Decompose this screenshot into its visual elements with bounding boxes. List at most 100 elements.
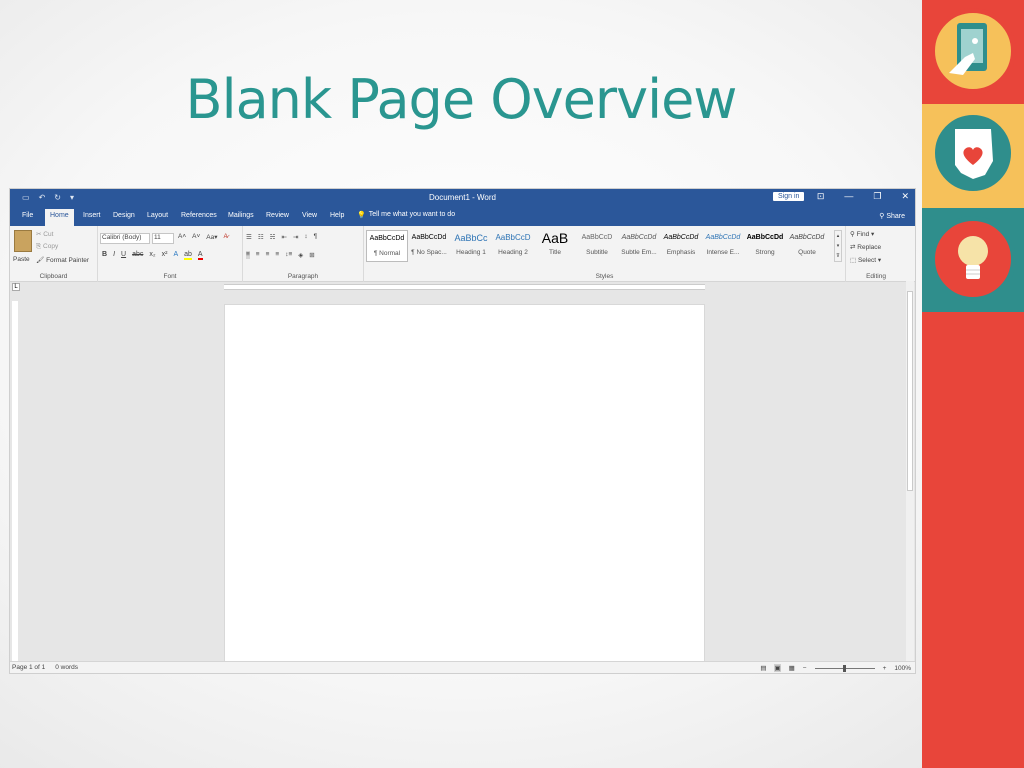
tab-selector[interactable]: L — [12, 283, 20, 291]
tab-mailings[interactable]: Mailings — [228, 212, 254, 219]
highlight-icon[interactable]: ab — [184, 251, 192, 260]
style-heading-2[interactable]: AaBbCcD Heading 2 — [492, 230, 534, 262]
title-bar: ▭ ↶ ↻ ▾ Document1 - Word Sign in ⊡ — ❐ ✕ — [10, 189, 915, 207]
ribbon-home: Paste ✂ Cut ⎘ Copy 🖌 Format Painter Clip… — [10, 226, 915, 282]
paste-icon[interactable] — [14, 230, 32, 252]
find-button[interactable]: ⚲ Find ▾ — [850, 230, 874, 238]
font-group: Calibri (Body) 11 A˄ A˅ Aa▾ A̷ B I U abc… — [98, 226, 243, 282]
word-window: ▭ ↶ ↻ ▾ Document1 - Word Sign in ⊡ — ❐ ✕… — [9, 188, 916, 674]
tab-insert[interactable]: Insert — [83, 212, 101, 219]
align-right-icon[interactable]: ≡ — [266, 251, 270, 259]
horizontal-ruler[interactable] — [224, 284, 705, 290]
lightbulb-icon — [930, 216, 1016, 302]
paragraph-label: Paragraph — [287, 273, 319, 280]
clipboard-label: Clipboard — [39, 273, 68, 280]
borders-icon[interactable]: ⊞ — [309, 251, 314, 259]
change-case-icon[interactable]: Aa▾ — [206, 233, 217, 241]
style-quote[interactable]: AaBbCcDd Quote — [786, 230, 828, 262]
zoom-out-icon[interactable]: − — [803, 665, 807, 672]
align-center-icon[interactable]: ≡ — [256, 251, 260, 259]
font-name-select[interactable]: Calibri (Body) — [100, 233, 150, 244]
shading-icon[interactable]: ◈ — [298, 251, 303, 259]
ribbon-display-icon[interactable]: ⊡ — [817, 191, 825, 202]
tab-layout[interactable]: Layout — [147, 212, 168, 219]
editing-group: ⚲ Find ▾ ⇄ Replace ⬚ Select ▾ Editing — [846, 226, 906, 282]
vertical-ruler[interactable] — [12, 301, 18, 661]
font-label: Font — [163, 273, 177, 280]
bold-icon[interactable]: B — [102, 251, 107, 260]
tell-me-box[interactable]: 💡 Tell me what you want to do — [357, 211, 455, 219]
line-spacing-icon[interactable]: ↕≡ — [285, 251, 292, 259]
cut-button[interactable]: ✂ Cut — [36, 230, 53, 238]
read-mode-icon[interactable]: ▤ — [760, 664, 766, 672]
show-marks-icon[interactable]: ¶ — [314, 233, 318, 241]
page-count[interactable]: Page 1 of 1 — [12, 664, 45, 671]
grow-font-icon[interactable]: A˄ — [178, 233, 186, 241]
scroll-thumb[interactable] — [907, 291, 913, 491]
editing-label: Editing — [866, 273, 886, 280]
style-subtitle[interactable]: AaBbCcD Subtitle — [576, 230, 618, 262]
shrink-font-icon[interactable]: A˅ — [192, 233, 200, 241]
styles-group: AaBbCcDd ¶ Normal AaBbCcDd ¶ No Spac... Aa… — [364, 226, 846, 282]
italic-icon[interactable]: I — [113, 251, 115, 260]
bullets-icon[interactable]: ☰ — [246, 233, 252, 241]
font-color-icon[interactable]: A — [197, 251, 203, 260]
style-heading-1[interactable]: AaBbCc Heading 1 — [450, 230, 492, 262]
zoom-in-icon[interactable]: + — [883, 665, 887, 672]
strikethrough-icon[interactable]: abc — [132, 251, 143, 260]
align-left-icon[interactable]: ≡ — [246, 251, 250, 259]
tab-review[interactable]: Review — [266, 212, 289, 219]
decrease-indent-icon[interactable]: ⇤ — [281, 233, 286, 241]
styles-scroll[interactable]: ▴ ▾ ⊽ — [834, 230, 842, 262]
tablet-touch-icon — [930, 8, 1016, 94]
document-page[interactable] — [224, 304, 705, 664]
style-no-spacing[interactable]: AaBbCcDd ¶ No Spac... — [408, 230, 450, 262]
subscript-icon[interactable]: x₂ — [149, 251, 155, 260]
slide-title: Blank Page Overview — [185, 68, 738, 131]
multilevel-list-icon[interactable]: ☵ — [270, 233, 276, 241]
copy-button[interactable]: ⎘ Copy — [36, 243, 58, 251]
web-layout-icon[interactable]: ▦ — [789, 664, 795, 672]
ribbon-tabs: File Home Insert Design Layout Reference… — [10, 207, 915, 226]
text-effects-icon[interactable]: A — [173, 251, 178, 260]
restore-icon[interactable]: ❐ — [873, 191, 881, 202]
zoom-slider[interactable] — [814, 664, 875, 672]
tab-design[interactable]: Design — [113, 212, 135, 219]
superscript-icon[interactable]: x² — [162, 251, 168, 260]
zoom-level[interactable]: 100% — [894, 665, 911, 672]
increase-indent-icon[interactable]: ⇥ — [293, 233, 298, 241]
tab-home[interactable]: Home — [45, 209, 74, 226]
vertical-scrollbar[interactable] — [906, 281, 914, 661]
style-title[interactable]: AaB Title — [534, 230, 576, 262]
print-layout-icon[interactable]: ▣ — [774, 664, 781, 672]
styles-label: Styles — [595, 273, 614, 280]
replace-button[interactable]: ⇄ Replace — [850, 243, 881, 251]
sort-icon[interactable]: ↕ — [304, 233, 307, 241]
style-intense-emphasis[interactable]: AaBbCcDd Intense E... — [702, 230, 744, 262]
tab-file[interactable]: File — [22, 212, 33, 219]
style-emphasis[interactable]: AaBbCcDd Emphasis — [660, 230, 702, 262]
style-normal[interactable]: AaBbCcDd ¶ Normal — [366, 230, 408, 262]
minimize-icon[interactable]: — — [844, 191, 853, 202]
format-painter-button[interactable]: 🖌 Format Painter — [36, 256, 89, 264]
sign-in-button[interactable]: Sign in — [773, 192, 805, 201]
style-subtle-emphasis[interactable]: AaBbCcDd Subtle Em... — [618, 230, 660, 262]
paste-button[interactable]: Paste — [13, 256, 30, 263]
lightbulb-small-icon: 💡 — [357, 212, 366, 219]
word-count[interactable]: 0 words — [55, 664, 78, 671]
numbering-icon[interactable]: ☷ — [258, 233, 264, 241]
justify-icon[interactable]: ≡ — [275, 251, 279, 259]
share-button[interactable]: ⚲ Share — [879, 212, 905, 220]
tab-view[interactable]: View — [302, 212, 317, 219]
clear-formatting-icon[interactable]: A̷ — [224, 233, 228, 241]
paragraph-group: ☰ ☷ ☵ ⇤ ⇥ ↕ ¶ ≡ ≡ ≡ ≡ ↕≡ ◈ ⊞ Paragraph — [243, 226, 364, 282]
font-size-select[interactable]: 11 — [152, 233, 174, 244]
style-strong[interactable]: AaBbCcDd Strong — [744, 230, 786, 262]
close-icon[interactable]: ✕ — [901, 191, 909, 202]
tab-help[interactable]: Help — [330, 212, 344, 219]
tab-references[interactable]: References — [181, 212, 217, 219]
underline-icon[interactable]: U — [121, 251, 126, 260]
select-button[interactable]: ⬚ Select ▾ — [850, 256, 881, 264]
decorative-sidebar — [922, 0, 1024, 768]
ohio-heart-icon — [930, 110, 1016, 196]
